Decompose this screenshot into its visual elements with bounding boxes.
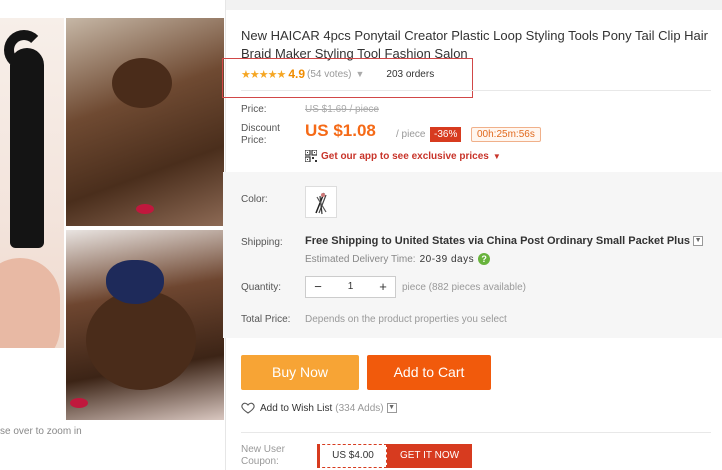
app-promo-text: Get our app to see exclusive prices [321, 150, 489, 162]
hair-tool-thumbnail-icon [315, 192, 327, 215]
original-price: US $1.69 / piece [305, 104, 379, 115]
chevron-down-icon[interactable]: ▼ [386, 403, 397, 413]
get-coupon-button[interactable]: GET IT NOW [387, 444, 472, 468]
new-user-coupon: US $4.00 GET IT NOW [317, 444, 472, 468]
caret-down-icon: ▼ [492, 151, 501, 161]
buy-now-button[interactable]: Buy Now [241, 355, 359, 390]
free-shipping-text: Free Shipping to [305, 235, 392, 247]
product-image-thumb-2[interactable] [66, 230, 224, 420]
coupon-label: New User Coupon: [241, 444, 285, 467]
decrement-button[interactable]: − [306, 277, 330, 297]
chevron-down-icon[interactable]: ▼ [355, 69, 364, 79]
price-unit: / piece [396, 129, 426, 140]
product-detail-panel: New HAICAR 4pcs Ponytail Creator Plastic… [222, 0, 722, 470]
wish-list-link[interactable]: Add to Wish List [260, 403, 332, 414]
product-gallery: se over to zoom in [0, 0, 226, 470]
shipping-destination: United States via China Post Ordinary Sm… [394, 235, 691, 247]
increment-button[interactable]: + [371, 277, 395, 297]
zoom-hint: se over to zoom in [0, 426, 82, 437]
quantity-input[interactable]: 1 [330, 277, 371, 297]
qr-code-icon [305, 150, 317, 162]
votes-link[interactable]: (54 votes) [307, 69, 351, 80]
discount-price-label: Discount Price: [241, 123, 280, 146]
discount-badge: -36% [430, 127, 462, 142]
heart-icon [241, 402, 255, 414]
divider [241, 90, 711, 91]
add-to-cart-button[interactable]: Add to Cart [367, 355, 491, 390]
wish-list-count: (334 Adds) [335, 402, 384, 414]
chevron-down-icon[interactable]: ▼ [693, 236, 704, 246]
hand-graphic [0, 258, 60, 348]
rating-value: 4.9 [288, 67, 305, 81]
orders-count: 203 orders [386, 68, 435, 80]
divider [241, 432, 711, 433]
shipping-label: Shipping: [241, 237, 283, 248]
product-image-thumb-1[interactable] [66, 18, 224, 226]
hair-bun-graphic [112, 58, 172, 108]
main-product-image[interactable] [0, 18, 64, 348]
quantity-stepper: − 1 + [305, 276, 396, 298]
quantity-label: Quantity: [241, 282, 282, 293]
shipping-info[interactable]: Free Shipping to United States via China… [305, 235, 704, 247]
lips-decoration [136, 204, 154, 214]
discount-price: US $1.08 [305, 121, 376, 140]
delivery-label: Estimated Delivery Time: [305, 253, 416, 265]
quantity-available: piece (882 pieces available) [402, 282, 526, 293]
rating-row: ★★★★★ 4.9 (54 votes) ▼ 203 orders [241, 66, 434, 82]
hair-bow-graphic [106, 260, 164, 304]
wish-list-row[interactable]: Add to Wish List (334 Adds) ▼ [241, 402, 397, 414]
color-label: Color: [241, 194, 268, 205]
countdown-timer: 00h:25m:56s [471, 127, 541, 142]
delivery-days: 20-39 days [419, 253, 475, 265]
delivery-row: Estimated Delivery Time: 20-39 days ? [305, 253, 491, 265]
color-swatch[interactable] [305, 186, 337, 218]
app-promo-link[interactable]: Get our app to see exclusive prices ▼ [305, 150, 501, 162]
help-icon[interactable]: ? [478, 253, 491, 265]
hair-bun-graphic [86, 290, 196, 390]
total-price-label: Total Price: [241, 314, 291, 325]
total-price-note: Depends on the product properties you se… [305, 314, 507, 325]
price-label: Price: [241, 104, 267, 115]
lips-decoration [70, 398, 88, 408]
coupon-value: US $4.00 [317, 444, 387, 468]
clip-tool-graphic [10, 48, 44, 248]
star-rating-icon: ★★★★★ [241, 68, 286, 81]
